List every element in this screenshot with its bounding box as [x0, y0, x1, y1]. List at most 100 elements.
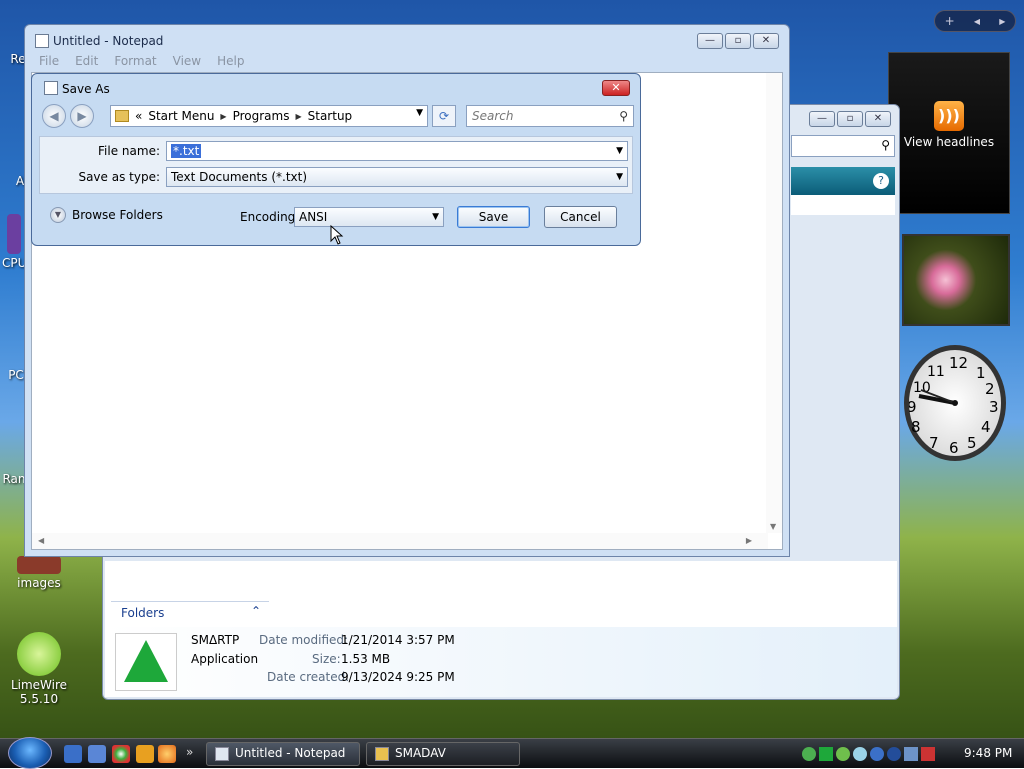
back-button[interactable]: ◀	[42, 104, 66, 128]
search-input[interactable]: Search ⚲	[466, 105, 634, 127]
maximize-button[interactable]: ▫	[725, 33, 751, 49]
modified-value: 1/21/2014 3:57 PM	[341, 633, 455, 647]
horizontal-scrollbar[interactable]: ◀ ▶	[32, 533, 768, 549]
taskbar-notepad[interactable]: Untitled - Notepad	[206, 742, 360, 766]
dialog-close-button[interactable]: ✕	[602, 80, 630, 96]
explorer-search-box[interactable]: ⚲	[791, 135, 895, 157]
tray-app-icon[interactable]	[836, 747, 850, 761]
cancel-button[interactable]: Cancel	[544, 206, 617, 228]
desktop-icon-images[interactable]: images	[14, 556, 64, 590]
file-name: SMΔRTP	[191, 633, 240, 647]
save-type-select[interactable]: Text Documents (*.txt) ▼	[166, 167, 628, 187]
desktop-icon-label: Ran	[2, 472, 26, 486]
chevron-down-icon[interactable]: ▼	[416, 108, 423, 118]
chevron-up-icon: ⌃	[250, 604, 261, 618]
scroll-right-icon[interactable]: ▶	[746, 536, 752, 545]
view-headlines-link[interactable]: View headlines	[889, 135, 1009, 149]
encoding-select[interactable]: ANSI ▼	[294, 207, 444, 227]
clock-num: 9	[909, 398, 917, 416]
show-desktop-icon[interactable]	[64, 745, 82, 763]
close-button[interactable]: ✕	[753, 33, 779, 49]
taskbar: » Untitled - Notepad SMADAV 9:48 PM	[0, 737, 1024, 769]
created-label: Date created:	[267, 670, 350, 684]
quicklaunch-overflow[interactable]: »	[186, 745, 193, 759]
chevron-down-icon[interactable]: ▼	[432, 212, 439, 222]
folders-toggle[interactable]: Folders ⌃	[111, 601, 269, 623]
menu-help[interactable]: Help	[209, 53, 252, 71]
smadav-app-icon	[115, 633, 177, 691]
desktop-icon-cpu[interactable]: CPU	[2, 214, 26, 270]
menu-edit[interactable]: Edit	[67, 53, 106, 71]
close-button[interactable]: ✕	[865, 111, 891, 127]
save-button[interactable]: Save	[457, 206, 530, 228]
email-icon[interactable]	[136, 745, 154, 763]
taskbar-smadav-label: SMADAV	[395, 746, 446, 760]
tray-app-icon[interactable]	[870, 747, 884, 761]
maximize-button[interactable]: ▫	[837, 111, 863, 127]
breadcrumb-start-menu[interactable]: Start Menu	[148, 109, 214, 123]
forward-button[interactable]: ▶	[70, 104, 94, 128]
start-button[interactable]	[8, 737, 52, 769]
desktop-icon-pc[interactable]: PC	[6, 368, 26, 382]
menu-file[interactable]: File	[31, 53, 67, 71]
chevron-right-icon[interactable]: ▶	[295, 112, 301, 121]
scroll-left-icon[interactable]: ◀	[38, 536, 44, 545]
vertical-scrollbar[interactable]: ▼	[766, 73, 782, 533]
refresh-button[interactable]: ⟳	[432, 105, 456, 127]
limewire-icon	[17, 632, 61, 676]
browse-folders-toggle[interactable]: ▼ Browse Folders	[50, 207, 163, 223]
menu-format[interactable]: Format	[106, 53, 164, 71]
folder-icon	[115, 110, 129, 122]
network-icon[interactable]	[904, 747, 918, 761]
tray-app-icon[interactable]	[802, 747, 816, 761]
switch-windows-icon[interactable]	[88, 745, 106, 763]
clock-pin	[952, 400, 958, 406]
file-name-field[interactable]: *.txt ▼	[166, 141, 628, 161]
search-icon[interactable]: ⚲	[619, 109, 628, 123]
save-type-value: Text Documents (*.txt)	[171, 170, 308, 184]
search-icon: ⚲	[881, 138, 890, 152]
taskbar-clock[interactable]: 9:48 PM	[964, 746, 1012, 760]
folder-icon	[375, 747, 389, 761]
chevron-down-icon[interactable]: ▼	[616, 172, 623, 182]
modified-label: Date modified:	[259, 633, 349, 647]
clock-num: 12	[949, 354, 968, 372]
breadcrumb[interactable]: « Start Menu ▶ Programs ▶ Startup ▼	[110, 105, 428, 127]
clock-num: 2	[985, 380, 995, 398]
chevron-right-icon[interactable]: ▶	[220, 112, 226, 121]
clock-num: 4	[981, 418, 991, 436]
help-icon[interactable]: ?	[873, 173, 889, 189]
details-pane: SMΔRTP Application Date modified: 1/21/2…	[105, 627, 897, 697]
next-gadget-button[interactable]: ▶	[999, 17, 1005, 26]
taskbar-notepad-label: Untitled - Notepad	[235, 746, 346, 760]
smadav-tray-icon[interactable]	[819, 747, 833, 761]
globe-icon[interactable]	[887, 747, 901, 761]
minimize-button[interactable]: —	[697, 33, 723, 49]
feed-headlines-gadget[interactable]: ))) View headlines	[888, 52, 1010, 214]
desktop-icon-label: LimeWire 5.5.10	[10, 678, 68, 706]
clock-num: 5	[967, 434, 977, 452]
file-name-value: *.txt	[171, 144, 202, 158]
minimize-button[interactable]: —	[809, 111, 835, 127]
breadcrumb-startup[interactable]: Startup	[308, 109, 353, 123]
firefox-icon[interactable]	[158, 745, 176, 763]
chevron-down-icon[interactable]: ▼	[616, 146, 623, 156]
tray-app-icon[interactable]	[853, 747, 867, 761]
folder-icon	[17, 556, 61, 574]
desktop-icon-limewire[interactable]: LimeWire 5.5.10	[8, 632, 70, 706]
menu-view[interactable]: View	[165, 53, 209, 71]
breadcrumb-prefix[interactable]: «	[135, 109, 142, 123]
prev-gadget-button[interactable]: ◀	[974, 17, 980, 26]
chrome-icon[interactable]	[112, 745, 130, 763]
volume-muted-icon[interactable]	[921, 747, 935, 761]
breadcrumb-programs[interactable]: Programs	[233, 109, 290, 123]
system-tray	[802, 743, 935, 765]
mouse-cursor-icon	[330, 225, 344, 245]
created-value: 9/13/2024 9:25 PM	[341, 670, 455, 684]
taskbar-smadav[interactable]: SMADAV	[366, 742, 520, 766]
slideshow-gadget[interactable]	[902, 234, 1010, 326]
scroll-down-icon[interactable]: ▼	[770, 522, 776, 531]
desktop-icon-ran[interactable]: Ran	[2, 472, 26, 486]
desktop-icon-label: CPU	[2, 256, 27, 270]
add-gadget-button[interactable]: +	[945, 14, 955, 28]
